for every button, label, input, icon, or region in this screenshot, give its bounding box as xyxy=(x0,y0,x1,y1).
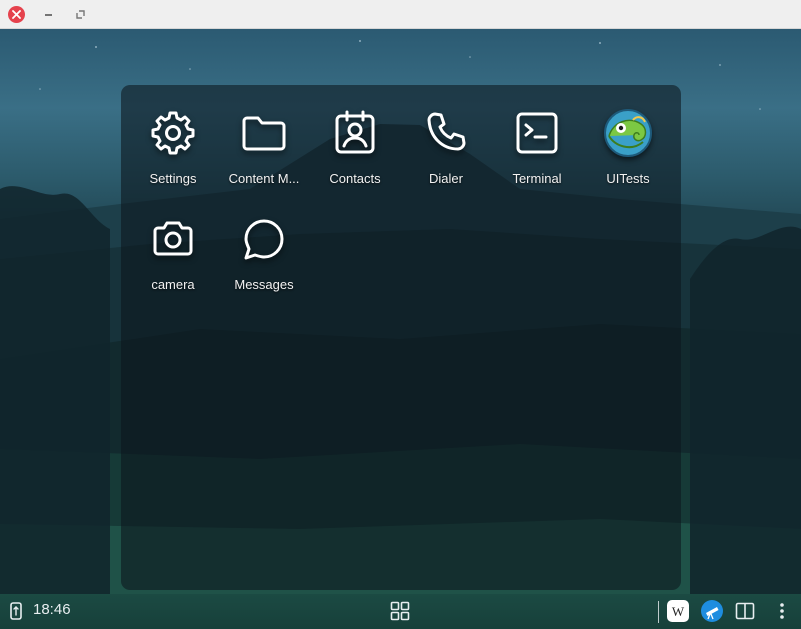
app-messages[interactable]: Messages xyxy=(218,213,310,309)
restore-icon xyxy=(76,10,85,19)
app-grid-button[interactable] xyxy=(388,599,412,623)
clock: 18:46 xyxy=(33,601,71,618)
app-launcher-panel: Settings Content M... Contacts Dialer Te… xyxy=(121,85,681,590)
close-button[interactable] xyxy=(8,6,25,23)
kebab-menu-icon xyxy=(780,603,784,619)
app-label: Content M... xyxy=(228,171,300,186)
svg-text:W: W xyxy=(672,604,685,619)
camera-icon xyxy=(147,213,199,265)
split-view-button[interactable] xyxy=(733,599,757,623)
app-terminal[interactable]: Terminal xyxy=(491,107,583,203)
folder-icon xyxy=(238,107,290,159)
app-label: UITests xyxy=(606,171,650,186)
app-uitests[interactable]: UITests xyxy=(582,107,674,203)
app-label: Settings xyxy=(149,171,197,186)
gear-icon xyxy=(147,107,199,159)
wikipedia-app-button[interactable]: W xyxy=(666,599,690,623)
app-grid-icon xyxy=(390,601,410,621)
app-label: Terminal xyxy=(512,171,562,186)
overflow-menu-button[interactable] xyxy=(772,599,792,623)
wikipedia-icon: W xyxy=(667,600,689,622)
app-label: Contacts xyxy=(329,171,381,186)
app-contacts[interactable]: Contacts xyxy=(309,107,401,203)
restore-button[interactable] xyxy=(72,6,89,23)
minimize-button[interactable] xyxy=(40,6,57,23)
app-camera[interactable]: camera xyxy=(127,213,219,309)
app-label: Messages xyxy=(234,277,294,292)
close-icon xyxy=(12,10,21,19)
app-label: Dialer xyxy=(429,171,463,186)
app-content-manager[interactable]: Content M... xyxy=(218,107,310,203)
contact-card-icon xyxy=(329,107,381,159)
screen-rotation-icon xyxy=(10,602,22,620)
chameleon-logo-icon xyxy=(602,107,654,159)
app-dialer[interactable]: Dialer xyxy=(400,107,492,203)
telescope-app-button[interactable] xyxy=(700,599,724,623)
split-view-icon xyxy=(735,602,755,620)
terminal-icon xyxy=(511,107,563,159)
window-titlebar xyxy=(0,0,801,29)
taskbar: 18:46 W xyxy=(0,594,801,629)
app-settings[interactable]: Settings xyxy=(127,107,219,203)
telescope-icon xyxy=(701,600,723,622)
screen-rotation-button[interactable] xyxy=(6,600,26,622)
phone-icon xyxy=(420,107,472,159)
app-label: camera xyxy=(151,277,195,292)
taskbar-divider xyxy=(658,601,659,623)
chat-bubble-icon xyxy=(238,213,290,265)
desktop-wallpaper: Settings Content M... Contacts Dialer Te… xyxy=(0,29,801,594)
minimize-icon xyxy=(45,14,52,16)
